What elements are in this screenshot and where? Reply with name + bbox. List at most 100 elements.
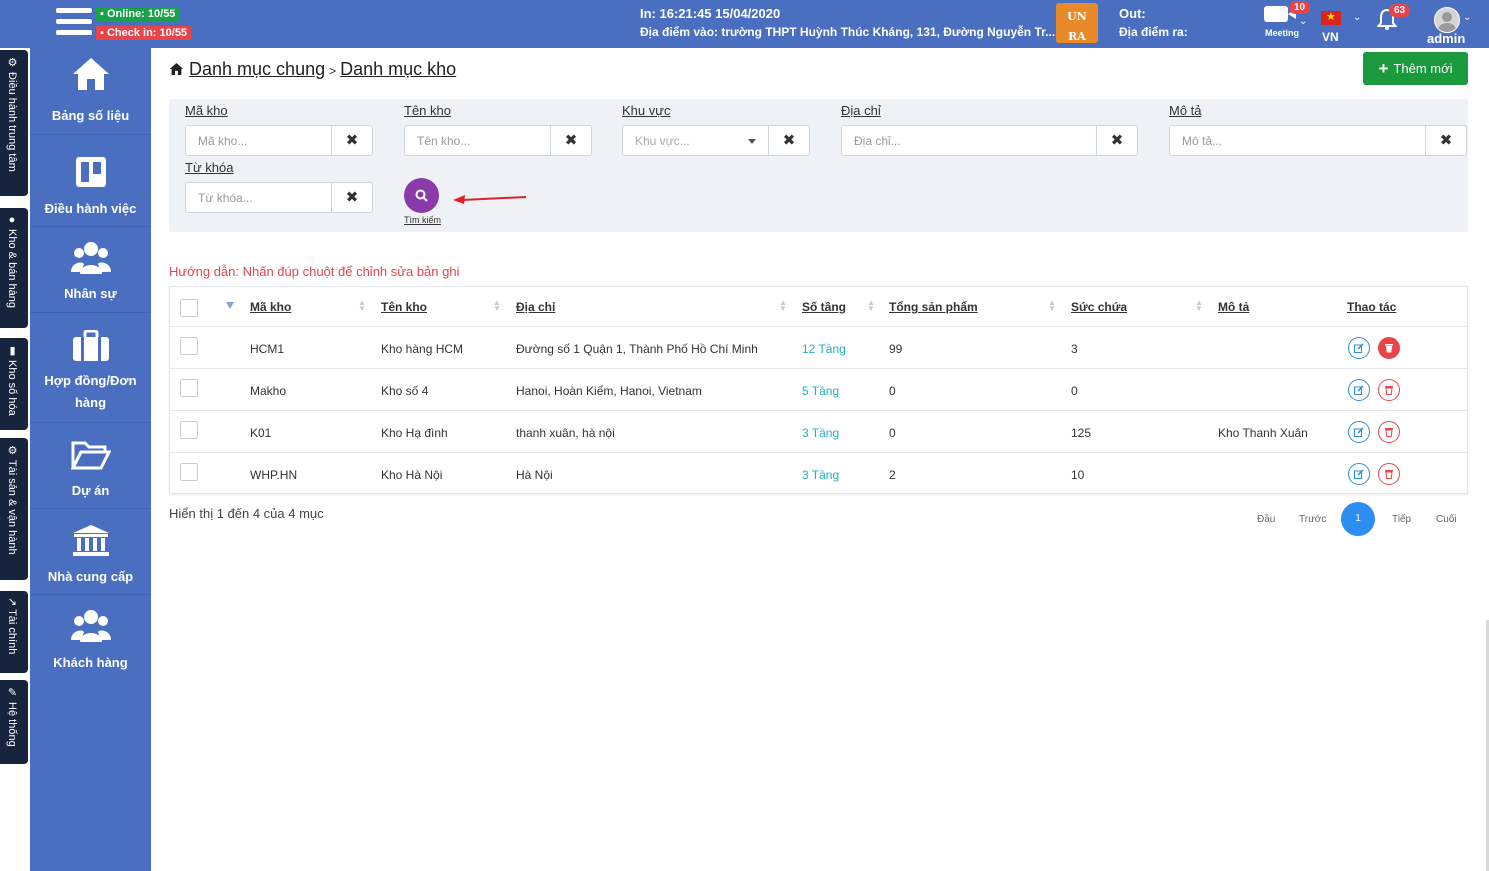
cell-so-tang-link[interactable]: 3 Tầng xyxy=(802,426,839,440)
delete-button[interactable] xyxy=(1378,421,1400,443)
dropdown-caret-icon[interactable] xyxy=(748,139,756,144)
khu-vuc-select[interactable]: Khu vực... ✖ xyxy=(622,125,810,156)
pagination-last[interactable]: Cuối xyxy=(1436,514,1457,525)
edit-button[interactable] xyxy=(1348,421,1370,443)
sidebar-item-dieu-hanh-viec[interactable]: Điều hành việc xyxy=(30,134,151,227)
row-checkbox[interactable] xyxy=(180,463,198,481)
sort-icon[interactable]: ▲ ▼ xyxy=(1048,299,1056,313)
select-all-checkbox[interactable] xyxy=(180,299,198,317)
cell-so-tang-link[interactable]: 5 Tầng xyxy=(802,384,839,398)
logo-text-bottom: RA xyxy=(1068,30,1086,43)
ma-kho-input[interactable]: Mã kho... ✖ xyxy=(185,125,373,156)
clear-icon[interactable]: ✖ xyxy=(331,126,372,155)
delete-button[interactable] xyxy=(1378,463,1400,485)
sidebar-item-khach-hang[interactable]: Khách hàng xyxy=(30,594,151,680)
language-label[interactable]: VN xyxy=(1322,30,1339,44)
edit-icon xyxy=(1354,427,1364,437)
sidebar-item-nhan-su[interactable]: Nhân sự xyxy=(30,226,151,313)
pagination-next[interactable]: Tiếp xyxy=(1392,514,1411,525)
user-avatar[interactable] xyxy=(1434,7,1460,33)
vtab-kho-so-hoa[interactable]: ▮ Kho số hóa xyxy=(0,338,28,430)
vtab-tai-san-van-hanh[interactable]: ⚙ Tài sản & vận hành xyxy=(0,438,28,580)
clear-icon[interactable]: ✖ xyxy=(768,126,809,155)
cell-dia-chi: Đường số 1 Quận 1, Thành Phố Hồ Chí Minh xyxy=(516,342,758,356)
language-chevron-icon[interactable]: ⌄ xyxy=(1353,12,1361,23)
mo-ta-input[interactable]: Mô tả... ✖ xyxy=(1169,125,1467,156)
breadcrumb-parent[interactable]: Danh mục chung xyxy=(189,59,325,79)
sort-desc-icon[interactable] xyxy=(226,302,234,309)
table-row[interactable]: WHP.HN Kho Hà Nội Hà Nội 3 Tầng 2 10 xyxy=(170,452,1467,495)
pagination-current-page[interactable]: 1 xyxy=(1341,502,1375,536)
plus-icon: + xyxy=(1378,58,1389,78)
breadcrumb-current[interactable]: Danh mục kho xyxy=(340,59,456,79)
cell-tong-san-pham: 2 xyxy=(889,468,896,482)
clear-icon[interactable]: ✖ xyxy=(1096,126,1137,155)
sidebar-item-hop-dong[interactable]: Hợp đồng/Đơn hàng xyxy=(30,312,151,423)
sort-icon[interactable]: ▲ ▼ xyxy=(493,299,501,313)
column-header-ma-kho[interactable]: Mã kho xyxy=(250,300,291,314)
table-row[interactable]: K01 Kho Hạ đình thanh xuân, hà nội 3 Tần… xyxy=(170,410,1467,453)
column-header-ten-kho[interactable]: Tên kho xyxy=(381,300,427,314)
row-checkbox[interactable] xyxy=(180,379,198,397)
column-header-dia-chi[interactable]: Địa chỉ xyxy=(516,300,555,314)
checkout-logo[interactable]: UN RA xyxy=(1056,3,1098,43)
table-row[interactable]: HCM1 Kho hàng HCM Đường số 1 Quận 1, Thà… xyxy=(170,326,1467,369)
ma-kho-label: Mã kho xyxy=(185,103,228,118)
row-checkbox[interactable] xyxy=(180,421,198,439)
column-header-suc-chua[interactable]: Sức chứa xyxy=(1071,300,1127,314)
sidebar-item-nha-cung-cap[interactable]: Nhà cung cấp xyxy=(30,508,151,595)
table-row[interactable]: Makho Kho số 4 Hanoi, Hoàn Kiếm, Hanoi, … xyxy=(170,368,1467,411)
dia-chi-label: Địa chỉ xyxy=(841,103,881,118)
sort-icon[interactable]: ▲ ▼ xyxy=(779,299,787,313)
check-out-location: Địa điểm ra: xyxy=(1119,25,1188,39)
cell-so-tang-link[interactable]: 12 Tầng xyxy=(802,342,846,356)
vtab-dieu-hanh-trung-tam[interactable]: ⚙ Điều hành trung tâm xyxy=(0,50,28,196)
edit-button[interactable] xyxy=(1348,379,1370,401)
dia-chi-input[interactable]: Địa chỉ... ✖ xyxy=(841,125,1138,156)
sidebar-item-label: Khách hàng xyxy=(53,655,128,670)
vietnam-flag-icon[interactable] xyxy=(1321,10,1341,25)
sort-icon[interactable]: ▲ ▼ xyxy=(1195,299,1203,313)
vtab-tai-chinh[interactable]: ↗ Tài chính xyxy=(0,591,28,673)
user-menu-chevron-icon[interactable]: ⌄ xyxy=(1463,12,1471,23)
tu-khoa-input[interactable]: Từ khóa... ✖ xyxy=(185,182,373,213)
edit-icon xyxy=(1354,343,1364,353)
vtab-kho-ban-hang[interactable]: ● Kho & bán hàng xyxy=(0,208,28,328)
column-header-tong-san-pham[interactable]: Tổng sản phẩm xyxy=(889,300,978,314)
vtab-he-thong[interactable]: ✎ Hệ thống xyxy=(0,680,28,764)
column-header-mo-ta[interactable]: Mô tả xyxy=(1218,300,1249,314)
delete-button[interactable] xyxy=(1378,337,1400,359)
cell-suc-chua: 3 xyxy=(1071,342,1078,356)
cell-suc-chua: 125 xyxy=(1071,426,1092,440)
chevron-down-icon[interactable]: ⌄ xyxy=(1299,16,1307,27)
cell-dia-chi: thanh xuân, hà nội xyxy=(516,426,615,440)
ten-kho-input[interactable]: Tên kho... ✖ xyxy=(404,125,592,156)
sidebar-item-bang-so-lieu[interactable]: Bảng số liệu xyxy=(30,48,151,135)
menu-toggle-icon[interactable] xyxy=(56,8,92,40)
search-button[interactable] xyxy=(404,178,439,213)
clear-icon[interactable]: ✖ xyxy=(550,126,591,155)
cell-so-tang-link[interactable]: 3 Tầng xyxy=(802,468,839,482)
checkin-badge: ▪ Check in: 10/55 xyxy=(96,26,192,40)
vtab-label: ● Kho & bán hàng xyxy=(6,214,18,308)
clear-icon[interactable]: ✖ xyxy=(1425,126,1466,155)
home-icon[interactable] xyxy=(169,62,184,76)
column-header-so-tang[interactable]: Số tầng xyxy=(802,300,846,314)
edit-icon xyxy=(1354,385,1364,395)
edit-button[interactable] xyxy=(1348,337,1370,359)
dia-chi-placeholder: Địa chỉ... xyxy=(854,134,901,148)
ten-kho-placeholder: Tên kho... xyxy=(417,134,471,148)
pagination-prev[interactable]: Trước xyxy=(1299,514,1326,525)
add-new-button[interactable]: + Thêm mới xyxy=(1363,52,1468,85)
user-name[interactable]: admin xyxy=(1427,31,1465,46)
sort-icon[interactable]: ▲ ▼ xyxy=(358,299,366,313)
search-label[interactable]: Tìm kiếm xyxy=(404,215,441,225)
check-out-label: Out: xyxy=(1119,6,1146,21)
sort-icon[interactable]: ▲ ▼ xyxy=(867,299,875,313)
pagination-first[interactable]: Đầu xyxy=(1257,514,1275,525)
sidebar-item-du-an[interactable]: Dự án xyxy=(30,422,151,509)
edit-button[interactable] xyxy=(1348,463,1370,485)
row-checkbox[interactable] xyxy=(180,337,198,355)
clear-icon[interactable]: ✖ xyxy=(331,183,372,212)
delete-button[interactable] xyxy=(1378,379,1400,401)
